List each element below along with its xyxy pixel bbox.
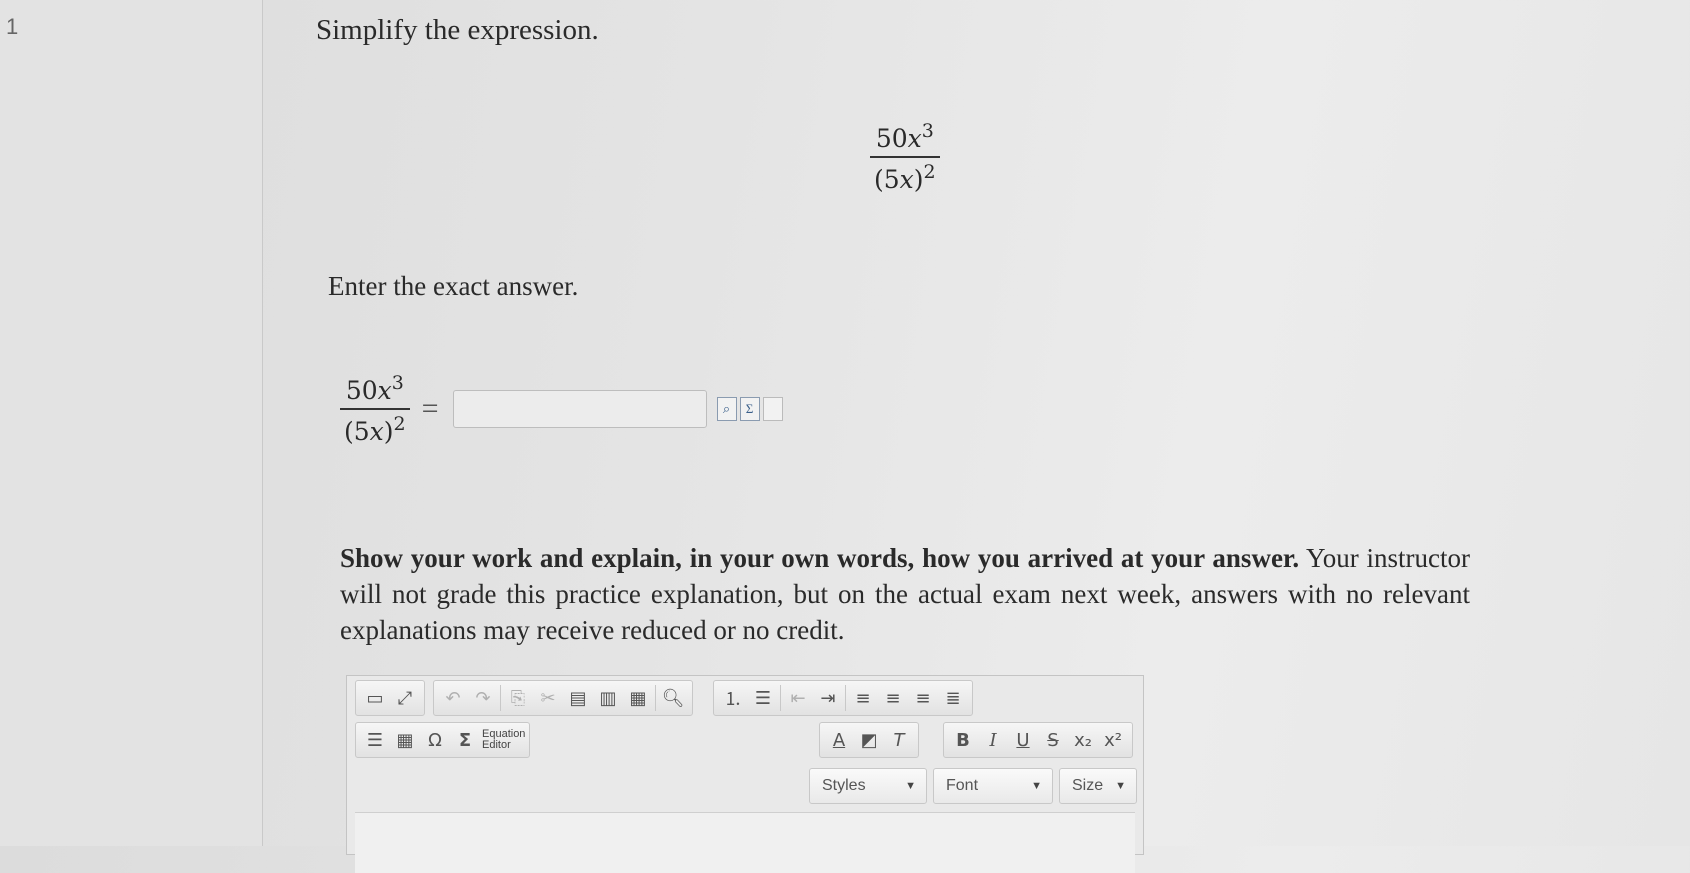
underline-icon[interactable]: U — [1008, 725, 1038, 755]
maximize-icon[interactable]: ⤢ — [390, 683, 420, 713]
equation-editor-icon[interactable]: Σ — [450, 725, 480, 755]
subscript-icon[interactable]: x₂ — [1068, 725, 1098, 755]
rich-text-editor: ▭ ⤢ ↶ ↷ ⎘ ✂ ▤ ▥ ▦ 🔍︎ ⒈ ☰ ⇤ ⇥ ≡ ≡ ≡ ≣ ☰ ▦… — [346, 675, 1144, 873]
toolbar-color-group: A ◩ T — [819, 722, 919, 758]
chevron-down-icon: ▼ — [1031, 780, 1042, 792]
copy-icon[interactable]: ⎘ — [503, 683, 533, 713]
find-icon[interactable]: 🔍︎ — [658, 683, 688, 713]
strikethrough-icon[interactable]: S — [1038, 725, 1068, 755]
align-justify-icon[interactable]: ≣ — [938, 683, 968, 713]
instructions-bold: Show your work and explain, in your own … — [340, 543, 1300, 573]
chevron-down-icon: ▼ — [905, 780, 916, 792]
answer-expression: 50x3 (5x)2 — [340, 372, 410, 446]
answer-row: 50x3 (5x)2 = ⌕ Σ — [340, 372, 783, 446]
toolbar-format-group: B I U S x₂ x² — [943, 722, 1133, 758]
redo-icon[interactable]: ↷ — [468, 683, 498, 713]
bold-icon[interactable]: B — [948, 725, 978, 755]
italic-icon[interactable]: I — [978, 725, 1008, 755]
size-dropdown[interactable]: Size ▼ — [1059, 768, 1137, 804]
undo-icon[interactable]: ↶ — [438, 683, 468, 713]
answer-tools: ⌕ Σ — [716, 397, 783, 421]
text-color-icon[interactable]: A — [824, 725, 854, 755]
sigma-doc-icon[interactable]: Σ — [739, 397, 760, 421]
align-left-icon[interactable]: ≡ — [848, 683, 878, 713]
equation-editor-button[interactable]: Equation Editor — [482, 729, 525, 751]
answer-input[interactable] — [452, 390, 707, 428]
background-color-icon[interactable]: ◩ — [854, 725, 884, 755]
chevron-down-icon: ▼ — [1115, 780, 1126, 792]
styles-dropdown[interactable]: Styles ▼ — [809, 768, 927, 804]
toolbar-list-group: ⒈ ☰ ⇤ ⇥ ≡ ≡ ≡ ≣ — [713, 680, 973, 716]
horizontal-line-icon[interactable]: ☰ — [360, 725, 390, 755]
outdent-icon[interactable]: ⇤ — [783, 683, 813, 713]
source-icon[interactable]: ▭ — [360, 683, 390, 713]
question-number: 1 — [6, 14, 19, 39]
toolbar-doc-group: ▭ ⤢ — [355, 680, 425, 716]
equals-sign: = — [421, 392, 439, 425]
numbered-list-icon[interactable]: ⒈ — [718, 683, 748, 713]
table-icon[interactable]: ▦ — [390, 725, 420, 755]
align-right-icon[interactable]: ≡ — [908, 683, 938, 713]
indent-icon[interactable]: ⇥ — [813, 683, 843, 713]
instructions: Show your work and explain, in your own … — [340, 540, 1470, 648]
question-prompt: Simplify the expression. — [316, 14, 599, 46]
superscript-icon[interactable]: x² — [1098, 725, 1128, 755]
special-char-icon[interactable]: Ω — [420, 725, 450, 755]
paste-word-icon[interactable]: ▦ — [623, 683, 653, 713]
font-dropdown[interactable]: Font ▼ — [933, 768, 1053, 804]
bulleted-list-icon[interactable]: ☰ — [748, 683, 778, 713]
cut-icon[interactable]: ✂ — [533, 683, 563, 713]
toolbar-insert-group: ☰ ▦ Ω Σ Equation Editor — [355, 722, 531, 758]
preview-icon[interactable]: ⌕ — [716, 397, 737, 421]
blank-doc-icon[interactable] — [762, 397, 783, 421]
expression-display: 50x3 (5x)2 — [870, 120, 940, 194]
enter-answer-label: Enter the exact answer. — [328, 271, 579, 301]
toolbar-clipboard-group: ↶ ↷ ⎘ ✂ ▤ ▥ ▦ 🔍︎ — [433, 680, 693, 716]
paste-text-icon[interactable]: ▥ — [593, 683, 623, 713]
align-center-icon[interactable]: ≡ — [878, 683, 908, 713]
left-column: 1 — [0, 0, 263, 846]
editor-content-area[interactable] — [355, 812, 1135, 873]
paste-icon[interactable]: ▤ — [563, 683, 593, 713]
remove-format-icon[interactable]: T — [884, 725, 914, 755]
